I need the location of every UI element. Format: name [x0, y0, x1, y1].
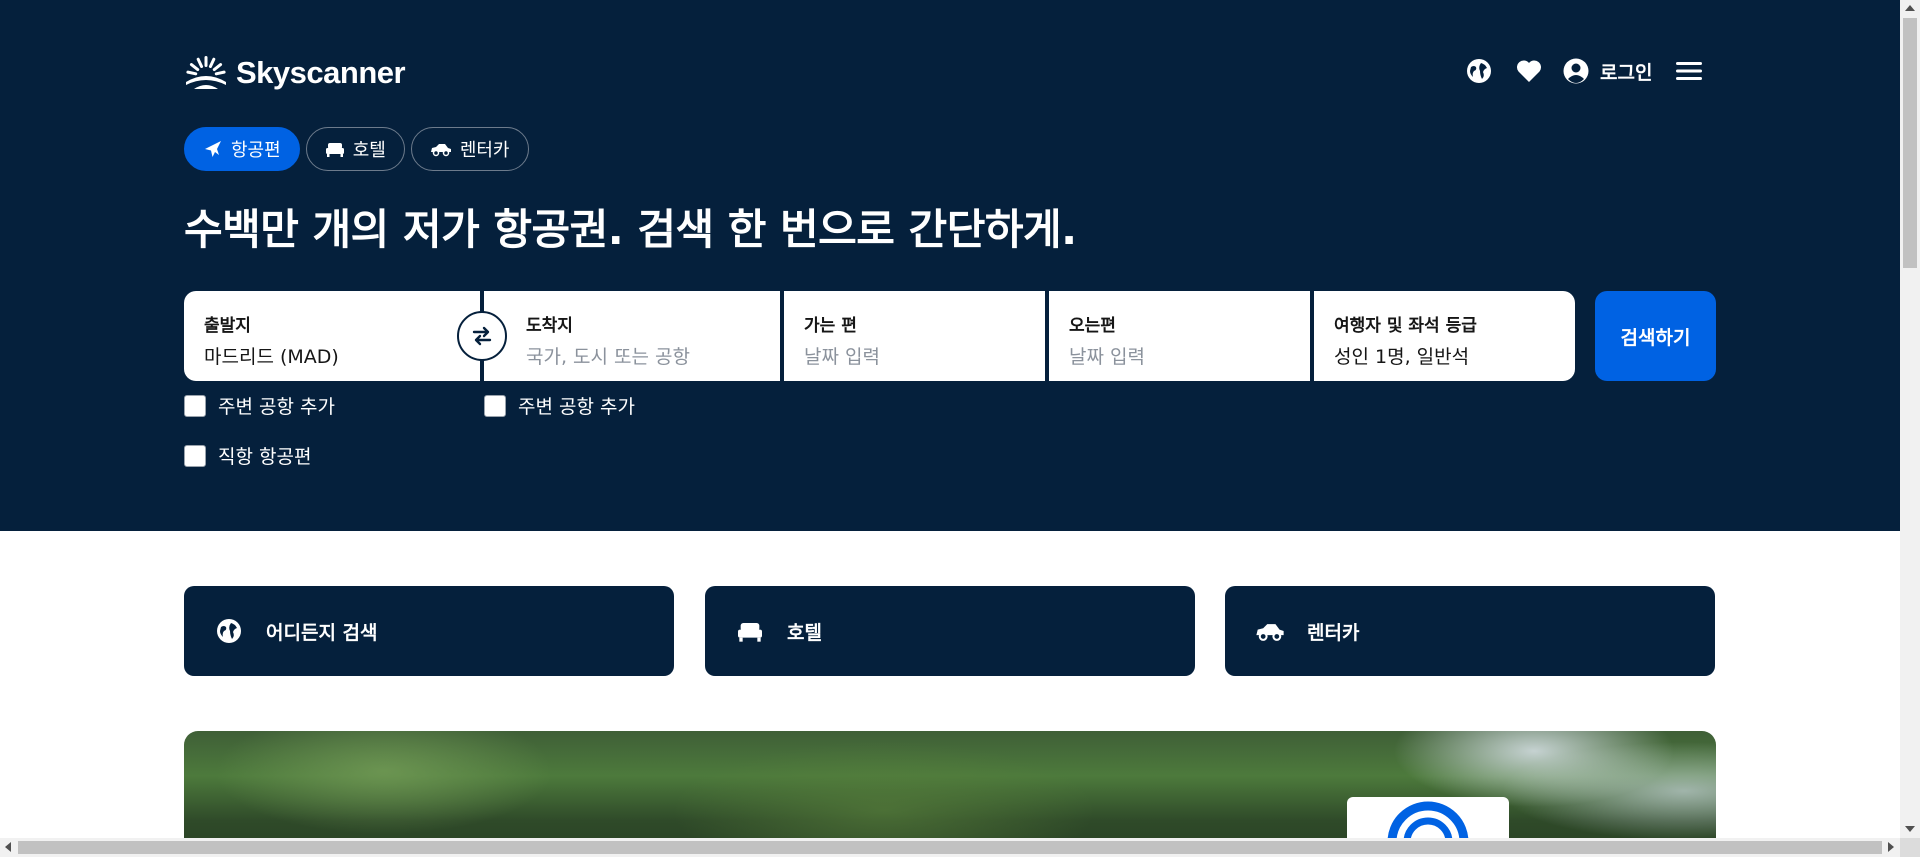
swap-arrows-icon — [472, 326, 492, 346]
origin-field[interactable]: 출발지 마드리드 (MAD) — [184, 291, 480, 381]
promo-banner-image[interactable] — [184, 731, 1716, 838]
scrollbar-corner — [1900, 838, 1920, 857]
plane-icon — [205, 141, 221, 157]
car-icon — [430, 144, 451, 157]
quick-link-label: 렌터카 — [1307, 621, 1360, 644]
return-placeholder: 날짜 입력 — [1069, 346, 1145, 368]
checkbox-label: 주변 공항 추가 — [218, 396, 335, 418]
origin-nearby-checkbox[interactable]: 주변 공항 추가 — [184, 392, 335, 419]
vertical-tabs: 항공편 호텔 렌터카 — [184, 127, 529, 171]
checkbox-label: 주변 공항 추가 — [518, 396, 635, 418]
tab-hotels[interactable]: 호텔 — [305, 127, 405, 171]
search-button[interactable]: 검색하기 — [1595, 291, 1716, 381]
header-actions: 로그인 — [1464, 56, 1704, 86]
skyscanner-logo[interactable]: Skyscanner — [184, 55, 406, 91]
hotels-card[interactable]: 호텔 — [705, 586, 1195, 676]
scroll-down-arrow-icon[interactable] — [1905, 826, 1915, 832]
depart-date-field[interactable]: 가는 편 날짜 입력 — [784, 291, 1045, 381]
travellers-value: 성인 1명, 일반석 — [1334, 346, 1470, 368]
globe-icon[interactable] — [1464, 56, 1494, 86]
quick-link-label: 어디든지 검색 — [266, 621, 378, 644]
login-button[interactable]: 로그인 — [1562, 57, 1652, 85]
vertical-scrollbar-thumb[interactable] — [1903, 18, 1917, 268]
destination-placeholder: 국가, 도시 또는 공항 — [526, 346, 690, 368]
scroll-up-arrow-icon[interactable] — [1905, 5, 1915, 11]
horizontal-scrollbar-thumb[interactable] — [18, 841, 1882, 854]
sunrise-logo-icon — [186, 56, 226, 89]
origin-label: 출발지 — [204, 316, 251, 336]
login-label: 로그인 — [1600, 61, 1653, 84]
checkbox-box[interactable] — [484, 394, 506, 417]
travellers-label: 여행자 및 좌석 등급 — [1334, 316, 1477, 336]
bed-icon — [325, 143, 344, 157]
return-label: 오는편 — [1069, 316, 1116, 336]
checkbox-box[interactable] — [184, 444, 206, 467]
swap-button[interactable] — [457, 311, 507, 361]
destination-nearby-checkbox[interactable]: 주변 공항 추가 — [484, 392, 635, 419]
tab-flights[interactable]: 항공편 — [184, 127, 300, 171]
explore-everywhere-card[interactable]: 어디든지 검색 — [184, 586, 674, 676]
depart-placeholder: 날짜 입력 — [804, 346, 880, 368]
heart-icon[interactable] — [1514, 56, 1544, 86]
sunrise-logo-icon — [1387, 801, 1469, 838]
travellers-field[interactable]: 여행자 및 좌석 등급 성인 1명, 일반석 — [1314, 291, 1575, 381]
page-headline: 수백만 개의 저가 항공권. 검색 한 번으로 간단하게. — [184, 205, 1077, 254]
tab-car-hire[interactable]: 렌터카 — [410, 127, 529, 171]
tab-label: 항공편 — [231, 140, 281, 161]
tab-label: 렌터카 — [459, 140, 510, 161]
tab-label: 호텔 — [352, 140, 386, 161]
car-hire-card[interactable]: 렌터카 — [1225, 586, 1715, 676]
scroll-right-arrow-icon[interactable] — [1888, 842, 1894, 852]
direct-flights-checkbox[interactable]: 직항 항공편 — [184, 442, 311, 469]
scroll-left-arrow-icon[interactable] — [5, 842, 11, 852]
car-icon — [1255, 616, 1285, 646]
checkbox-box[interactable] — [184, 394, 206, 417]
flight-search-form: 출발지 마드리드 (MAD) 도착지 국가, 도시 또는 공항 가는 편 날짜 … — [184, 291, 1716, 381]
depart-label: 가는 편 — [804, 316, 857, 336]
banner-logo-card — [1347, 797, 1509, 838]
menu-icon[interactable] — [1674, 56, 1704, 86]
account-icon — [1563, 58, 1589, 84]
quick-link-label: 호텔 — [787, 621, 822, 644]
bed-icon — [735, 616, 765, 646]
destination-label: 도착지 — [526, 316, 573, 336]
return-date-field[interactable]: 오는편 날짜 입력 — [1049, 291, 1310, 381]
destination-field[interactable]: 도착지 국가, 도시 또는 공항 — [484, 291, 780, 381]
hero-section: Skyscanner 로그인 항공편 호텔 렌터카 수백만 개의 저가 항공권.… — [0, 0, 1900, 531]
logo-wordmark: Skyscanner — [236, 55, 406, 90]
page-viewport: Skyscanner 로그인 항공편 호텔 렌터카 수백만 개의 저가 항공권.… — [0, 0, 1900, 838]
globe-icon — [214, 616, 244, 646]
checkbox-label: 직항 항공편 — [218, 446, 312, 468]
origin-value: 마드리드 (MAD) — [204, 346, 339, 368]
